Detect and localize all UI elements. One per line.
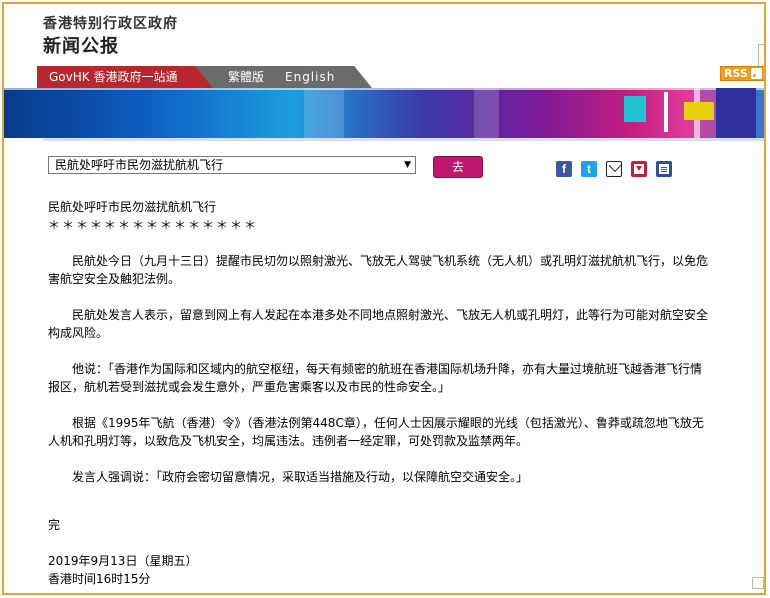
- banner-stripe: [304, 88, 344, 138]
- banner-block: [684, 102, 714, 120]
- traditional-chinese-link[interactable]: 繁體版: [228, 66, 264, 88]
- nav-language-bar: [195, 66, 372, 88]
- rss-label: RSS: [724, 67, 748, 80]
- print-icon[interactable]: [656, 161, 672, 177]
- header-banner: [4, 88, 764, 138]
- banner-block: [624, 96, 646, 122]
- english-link[interactable]: English: [285, 66, 335, 88]
- govhk-link[interactable]: GovHK 香港政府一站通: [37, 66, 195, 88]
- article-separator: ＊＊＊＊＊＊＊＊＊＊＊＊＊＊＊: [48, 218, 259, 232]
- press-release-select[interactable]: 民航处呼吁市民勿滋扰航机飞行 ▼: [48, 156, 416, 174]
- article-date: 2019年9月13日（星期五）: [48, 554, 198, 568]
- article-paragraph: 根据《1995年飞航（香港）令》（香港法例第448C章），任何人士因展示耀眼的光…: [48, 416, 704, 448]
- top-navigation: GovHK 香港政府一站通 繁體版 English: [37, 66, 372, 88]
- scrollbar-bottom[interactable]: [752, 577, 764, 589]
- article-paragraph: 发言人强调说：「政府会密切留意情况，采取适当措施及行动，以保障航空交通安全。」: [72, 470, 529, 484]
- select-value: 民航处呼吁市民勿滋扰航机飞行: [55, 158, 224, 172]
- rss-button[interactable]: RSS: [720, 66, 764, 81]
- article-end-mark: 完: [48, 518, 61, 532]
- article-paragraph: 民航处今日（九月十三日）提醒市民切勿以照射激光、飞放无人驾驶飞机系统（无人机）或…: [48, 254, 709, 286]
- article-time: 香港时间16时15分: [48, 572, 151, 586]
- banner-block: [664, 92, 668, 132]
- article-paragraph: 民航处发言人表示，留意到网上有人发起在本港多处不同地点照射激光、飞放无人机或孔明…: [48, 308, 709, 340]
- banner-block: [716, 88, 756, 138]
- go-button[interactable]: 去: [433, 156, 483, 178]
- page-title: 新闻公报: [43, 36, 119, 57]
- page-frame: 香港特别行政区政府 新闻公报 GovHK 香港政府一站通 繁體版 English…: [2, 2, 766, 595]
- facebook-icon[interactable]: f: [556, 161, 572, 177]
- download-icon[interactable]: [631, 161, 647, 177]
- government-title: 香港特别行政区政府: [43, 16, 178, 32]
- email-icon[interactable]: [606, 161, 622, 177]
- article-heading: 民航处呼吁市民勿滋扰航机飞行: [48, 200, 217, 214]
- banner-stripe: [474, 88, 499, 138]
- rss-icon: [751, 68, 762, 79]
- article-body: 民航处呼吁市民勿滋扰航机飞行 ＊＊＊＊＊＊＊＊＊＊＊＊＊＊＊ 民航处今日（九月十…: [48, 198, 708, 588]
- banner-highlight: [4, 88, 764, 90]
- chevron-down-icon: ▼: [404, 160, 411, 170]
- article-paragraph: 他说：「香港作为国际和区域内的航空枢纽，每天有频密的航班在香港国际机场升降，亦有…: [48, 362, 703, 394]
- twitter-icon[interactable]: t: [581, 161, 597, 177]
- banner-underline: [43, 138, 764, 141]
